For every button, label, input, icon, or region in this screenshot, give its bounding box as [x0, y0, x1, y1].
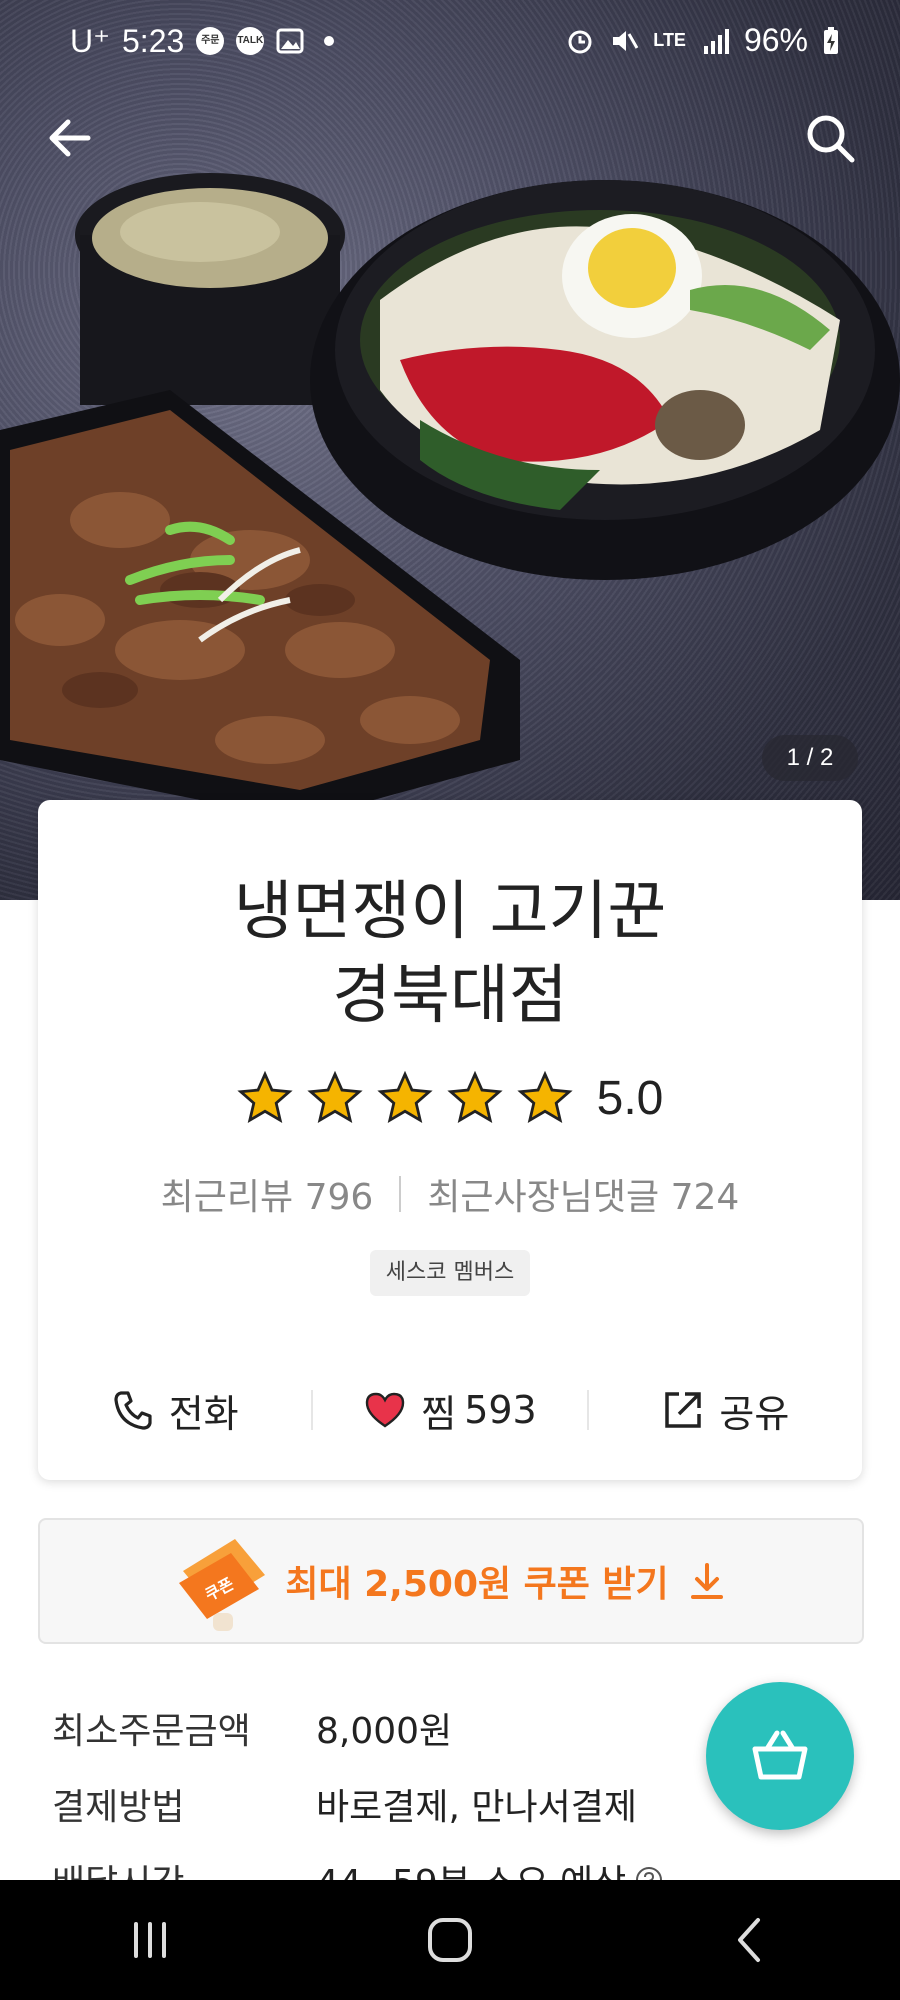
share-label: 공유	[719, 1391, 790, 1436]
download-icon	[690, 1563, 723, 1599]
clock: 5:23	[122, 22, 185, 59]
more-notifications-dot	[324, 36, 335, 46]
gallery-notification-icon	[276, 28, 304, 54]
carrier-label: U⁺	[70, 23, 110, 59]
image-page-indicator: 1 / 2	[762, 735, 858, 781]
order-notification-icon: 주문	[196, 27, 225, 55]
heart-icon	[366, 1392, 405, 1428]
min-order-value: 8,000원	[316, 1711, 453, 1752]
rating-value: 5.0	[596, 1071, 664, 1125]
system-navigation-bar	[0, 1880, 900, 2000]
star-icon	[306, 1070, 363, 1124]
basket-icon	[752, 1730, 808, 1780]
mute-icon	[613, 30, 639, 51]
store-name-line2: 경북대점	[332, 959, 568, 1033]
action-bar: 전화 찜 593 공유	[38, 1360, 862, 1460]
payment-label: 결제방법	[52, 1787, 185, 1828]
kakaotalk-notification-icon: TALK	[236, 27, 265, 55]
star-icon	[376, 1070, 433, 1124]
store-info-card: 냉면쟁이 고기꾼 경북대점 5.0 최근리뷰 796 최근사장님댓글 724 세…	[38, 800, 862, 1480]
system-back-icon[interactable]	[720, 1910, 780, 1970]
store-name: 냉면쟁이 고기꾼 경북대점	[38, 870, 862, 1038]
like-label: 찜	[421, 1391, 457, 1436]
share-icon	[665, 1392, 702, 1428]
star-icon	[516, 1070, 573, 1124]
detail-row-payment: 결제방법 바로결제, 만나서결제	[52, 1766, 692, 1842]
review-stats: 최근리뷰 796 최근사장님댓글 724	[38, 1168, 862, 1220]
call-label: 전화	[168, 1391, 239, 1436]
back-arrow-icon[interactable]	[40, 108, 100, 168]
star-icon	[236, 1070, 293, 1124]
coupon-ticket-icon: 쿠폰	[179, 1539, 266, 1631]
signal-icon	[703, 28, 729, 54]
share-button[interactable]: 공유	[589, 1383, 862, 1438]
recent-apps-icon[interactable]	[120, 1910, 180, 1970]
phone-icon	[114, 1391, 152, 1430]
network-type: LTE	[653, 30, 686, 50]
like-button[interactable]: 찜 593	[313, 1383, 586, 1438]
status-bar: U⁺ 5:23 주문 TALK LTE 96%	[0, 0, 900, 84]
divider	[399, 1176, 402, 1212]
recent-reviews-link[interactable]: 최근리뷰 796	[161, 1168, 374, 1220]
store-name-line1: 냉면쟁이 고기꾼	[233, 875, 667, 949]
cart-button[interactable]	[706, 1682, 854, 1830]
coupon-banner[interactable]: 쿠폰 최대 2,500원 쿠폰 받기	[38, 1518, 864, 1644]
min-order-label: 최소주문금액	[52, 1711, 251, 1752]
call-button[interactable]: 전화	[38, 1383, 311, 1438]
home-icon[interactable]	[420, 1910, 480, 1970]
battery-charging-icon	[824, 26, 838, 54]
coupon-text: 최대 2,500원 쿠폰 받기	[285, 1564, 669, 1605]
search-icon[interactable]	[800, 108, 860, 168]
detail-row-min-order: 최소주문금액 8,000원	[52, 1690, 692, 1766]
alarm-icon	[568, 30, 592, 53]
battery-percent: 96%	[743, 22, 808, 58]
like-count: 593	[464, 1388, 537, 1432]
payment-value: 바로결제, 만나서결제	[316, 1787, 637, 1828]
cesco-member-badge: 세스코 멤버스	[370, 1250, 530, 1296]
rating-row: 5.0	[38, 1070, 862, 1126]
store-hero-image[interactable]: U⁺ 5:23 주문 TALK LTE 96% 1 / 2	[0, 0, 900, 900]
star-icon	[446, 1070, 503, 1124]
owner-comments-link[interactable]: 최근사장님댓글 724	[427, 1168, 739, 1220]
